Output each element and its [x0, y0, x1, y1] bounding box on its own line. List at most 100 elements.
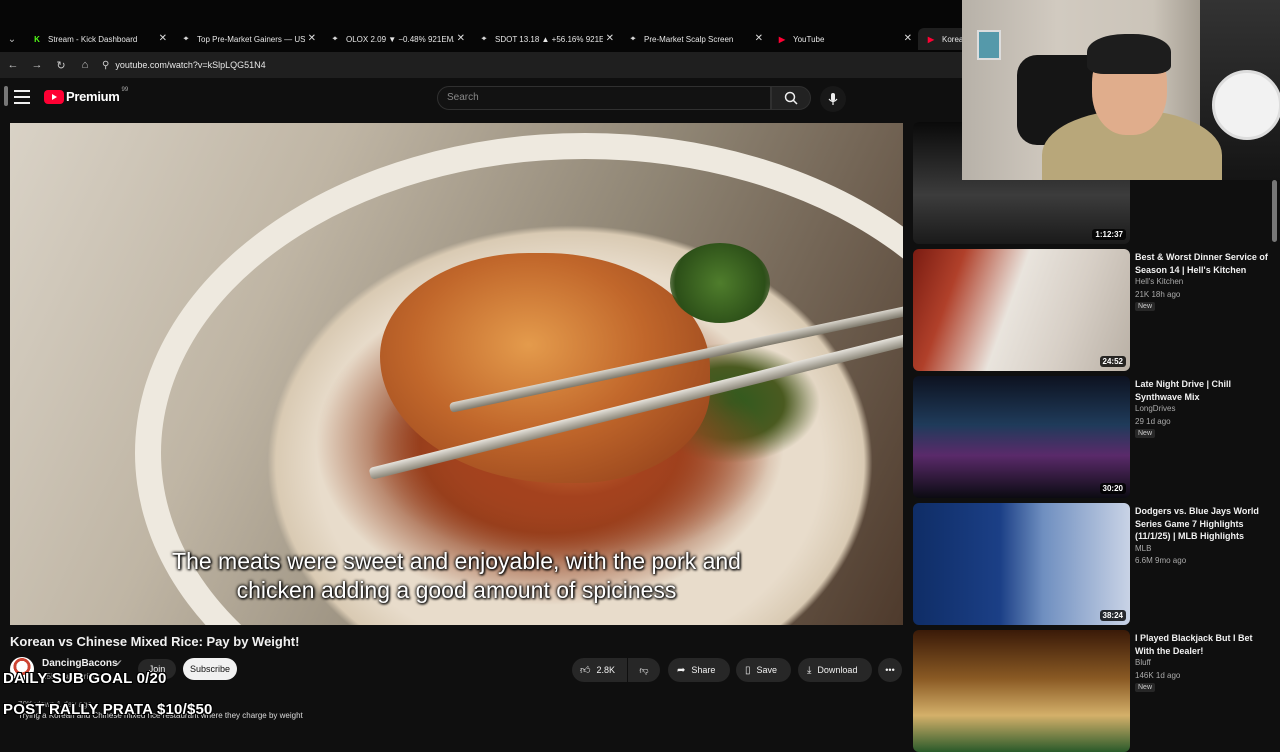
duration-badge: 24:52	[1099, 356, 1126, 367]
webcam-person-hair	[1087, 34, 1171, 74]
search-button[interactable]	[771, 86, 811, 110]
recommendation-meta: 29 1d ago	[1135, 417, 1171, 426]
more-dots-icon: •••	[885, 665, 895, 675]
close-icon[interactable]: ✕	[457, 33, 465, 44]
subtitle-line: chicken adding a good amount of spicines…	[236, 577, 677, 603]
verified-icon: ✔	[115, 658, 123, 668]
duration-badge: 38:24	[1099, 610, 1126, 621]
webcam-poster	[977, 30, 1001, 60]
tradingview-icon: ⌖	[481, 34, 487, 43]
video-title: Korean vs Chinese Mixed Rice: Pay by Wei…	[10, 634, 300, 649]
subtitle-line: The meats were sweet and enjoyable, with…	[172, 548, 741, 574]
download-button[interactable]: ⤓ Download	[798, 658, 872, 682]
recommendation-meta: 146K 1d ago	[1135, 671, 1181, 680]
video-thumbnail[interactable]: 30:20	[913, 376, 1130, 498]
page-scrollbar[interactable]	[1272, 180, 1277, 242]
tab-title: SDOT 13.18 ▲ +56.16% 921EMA	[495, 34, 603, 44]
recommendation-card[interactable]: 38:24 Dodgers vs. Blue Jays World Series…	[913, 503, 1273, 625]
back-arrow-icon[interactable]: ←	[2, 54, 24, 76]
video-frame-vegetable	[670, 243, 770, 323]
tab-title: OLOX 2.09 ▼ −0.48% 921EMA	[346, 34, 454, 44]
logo-country-code: 99	[121, 86, 129, 93]
youtube-header: Premium 99 Search	[0, 78, 962, 118]
site-settings-icon[interactable]: ⚲	[102, 60, 109, 71]
tab-youtube[interactable]: ▶ YouTube ✕	[769, 28, 918, 50]
logo-text: Premium	[66, 89, 120, 104]
webcam-overlay	[962, 0, 1280, 180]
tab-scalp-screen[interactable]: ⌖ Pre-Market Scalp Screen ✕	[620, 28, 769, 50]
thumbs-down-icon: 👎︎	[639, 664, 649, 675]
search-input[interactable]: Search	[437, 86, 771, 110]
like-count: 2.8K	[596, 665, 615, 675]
youtube-icon: ▶	[927, 34, 935, 44]
video-subtitle: The meats were sweet and enjoyable, with…	[10, 547, 903, 605]
close-icon[interactable]: ✕	[904, 33, 912, 44]
bookmark-icon: ▯	[745, 664, 751, 676]
new-badge: New	[1135, 429, 1156, 438]
close-icon[interactable]: ✕	[606, 33, 614, 44]
close-icon[interactable]: ✕	[755, 33, 763, 44]
tab-title: Top Pre-Market Gainers — USA	[197, 34, 305, 44]
search-icon	[784, 91, 798, 105]
tab-premarket-gainers[interactable]: ⌖ Top Pre-Market Gainers — USA ✕	[173, 28, 322, 50]
tab-title: YouTube	[793, 34, 825, 44]
webcam-fan	[1212, 70, 1280, 140]
tab-title: Stream - Kick Dashboard	[48, 34, 138, 44]
like-button[interactable]: 👍︎ 2.8K	[572, 658, 627, 682]
youtube-icon: ▶	[778, 34, 786, 44]
channel-name[interactable]: DancingBacons	[42, 658, 118, 669]
recommendation-meta: 21K 18h ago	[1135, 290, 1181, 299]
home-icon[interactable]: ⌂	[74, 54, 96, 76]
recommendation-title[interactable]: Best & Worst Dinner Service of Season 14…	[1135, 251, 1270, 276]
recommendation-channel[interactable]: MLB	[1135, 544, 1151, 553]
recommendation-card[interactable]: 24:52 Best & Worst Dinner Service of Sea…	[913, 249, 1273, 371]
recommendation-title[interactable]: I Played Blackjack But I Bet With the De…	[1135, 632, 1270, 657]
close-icon[interactable]: ✕	[159, 33, 167, 44]
youtube-play-icon	[44, 89, 64, 104]
microphone-icon	[828, 93, 838, 105]
more-actions-button[interactable]: •••	[878, 658, 902, 682]
address-bar: ← → ↻ ⌂ ⚲ youtube.com/watch?v=kSlpLQG51N…	[0, 52, 962, 78]
recommendation-card[interactable]: 30:20 Late Night Drive | Chill Synthwave…	[913, 376, 1273, 498]
recommendation-card[interactable]: I Played Blackjack But I Bet With the De…	[913, 630, 1273, 752]
tab-strip: ⌄ K Stream - Kick Dashboard ✕ ⌖ Top Pre-…	[0, 28, 968, 50]
new-badge: New	[1135, 302, 1156, 311]
tab-sdot[interactable]: ⌖ SDOT 13.18 ▲ +56.16% 921EMA ✕	[471, 28, 620, 50]
tradingview-icon: ⌖	[332, 34, 338, 43]
video-player[interactable]: The meats were sweet and enjoyable, with…	[10, 123, 903, 625]
close-icon[interactable]: ✕	[308, 33, 316, 44]
forward-arrow-icon[interactable]: →	[26, 54, 48, 76]
url-field[interactable]: youtube.com/watch?v=kSlpLQG51N4	[115, 60, 265, 70]
recommendation-channel[interactable]: Hell's Kitchen	[1135, 277, 1183, 286]
tab-title: Pre-Market Scalp Screen	[644, 34, 734, 44]
recommendation-title[interactable]: Late Night Drive | Chill Synthwave Mix	[1135, 378, 1270, 403]
recommendation-channel[interactable]: LongDrives	[1135, 404, 1175, 413]
left-scroll-indicator	[4, 86, 8, 106]
sub-goal-overlay: DAILY SUB GOAL 0/20	[3, 670, 167, 687]
share-button[interactable]: ➦ Share	[668, 658, 730, 682]
menu-icon[interactable]	[14, 90, 30, 104]
save-button[interactable]: ▯ Save	[736, 658, 791, 682]
share-label: Share	[691, 665, 716, 675]
reload-icon[interactable]: ↻	[50, 54, 72, 76]
video-thumbnail[interactable]: 24:52	[913, 249, 1130, 371]
duration-badge: 30:20	[1099, 483, 1126, 494]
share-arrow-icon: ➦	[677, 664, 686, 676]
recommendation-channel[interactable]: Bluff	[1135, 658, 1151, 667]
tab-korean-video[interactable]: ▶ Korean	[918, 28, 968, 50]
new-badge: New	[1135, 683, 1156, 692]
tab-kick-dashboard[interactable]: K Stream - Kick Dashboard ✕	[24, 28, 173, 50]
youtube-premium-logo[interactable]: Premium 99	[44, 86, 129, 104]
video-thumbnail[interactable]	[913, 630, 1130, 752]
recommendation-title[interactable]: Dodgers vs. Blue Jays World Series Game …	[1135, 505, 1270, 543]
dislike-button[interactable]: 👎︎	[628, 658, 660, 682]
download-icon: ⤓	[807, 664, 812, 676]
tab-olox[interactable]: ⌖ OLOX 2.09 ▼ −0.48% 921EMA ✕	[322, 28, 471, 50]
tradingview-icon: ⌖	[630, 34, 636, 43]
voice-search-button[interactable]	[820, 86, 846, 112]
subscribe-button[interactable]: Subscribe	[183, 658, 237, 680]
save-label: Save	[756, 665, 778, 675]
video-thumbnail[interactable]: 38:24	[913, 503, 1130, 625]
kick-icon: K	[34, 34, 40, 44]
tab-search-chevron-icon[interactable]: ⌄	[0, 28, 24, 50]
